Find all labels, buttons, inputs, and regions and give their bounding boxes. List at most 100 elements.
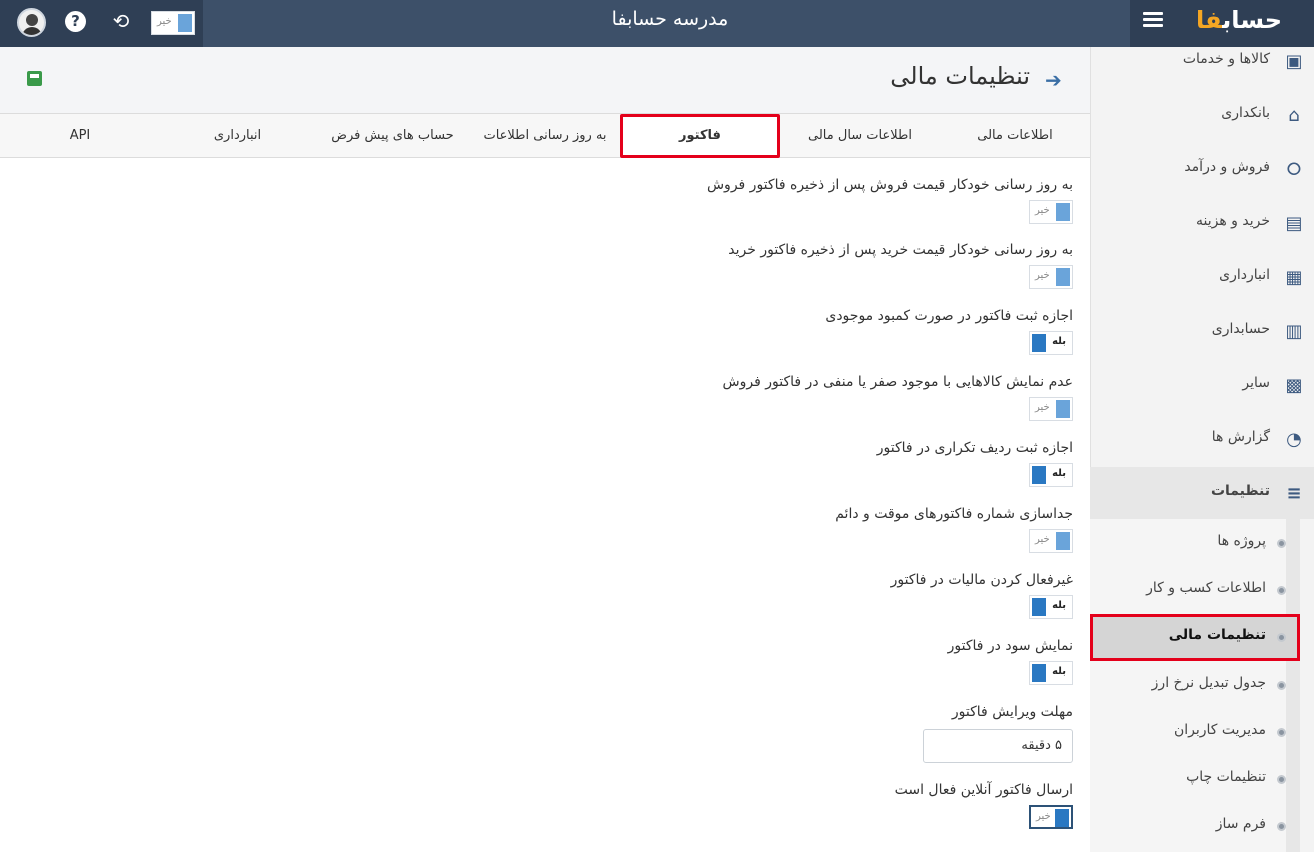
bullet-icon — [1277, 586, 1286, 595]
setting-label: نمایش سود در فاکتور — [947, 638, 1073, 654]
arrow-right-icon[interactable]: ➔ — [1045, 68, 1062, 92]
subnav-item-business-info[interactable]: اطلاعات کسب و کار — [1100, 576, 1300, 606]
sidebar-item-settings[interactable]: ≡ تنظیمات — [1090, 479, 1314, 509]
toggle-label: خیر — [1035, 270, 1050, 281]
logo[interactable]: حسابفا — [1196, 6, 1282, 34]
sidebar-item-products[interactable]: ▣ کالاها و خدمات — [1090, 47, 1314, 77]
grid-icon: ▩ — [1285, 375, 1303, 396]
edit-deadline-input[interactable]: ۵ دقیقه — [923, 729, 1073, 763]
subnav-item-label: تنظیمات چاپ — [1186, 769, 1266, 785]
sidebar-item-sales[interactable]: ⭘ فروش و درآمد — [1090, 155, 1314, 185]
setting-toggle[interactable]: بله — [1029, 463, 1073, 487]
bullet-icon — [1277, 822, 1286, 831]
wallet-icon: ▤ — [1285, 213, 1303, 234]
money-hand-icon: ⭘ — [1286, 159, 1302, 180]
toggle-label: بله — [1052, 600, 1066, 611]
sidebar-item-label: بانکداری — [1221, 105, 1270, 121]
setting-toggle[interactable]: بله — [1029, 331, 1073, 355]
setting-label: مهلت ویرایش فاکتور — [951, 704, 1073, 720]
sidebar-item-banking[interactable]: ⌂ بانکداری — [1090, 101, 1314, 131]
toggle-knob — [1056, 268, 1070, 286]
page-title: تنظیمات مالی — [890, 62, 1030, 90]
setting-toggle[interactable]: خیر — [1029, 529, 1073, 553]
subnav-item-form-builder[interactable]: فرم ساز — [1100, 812, 1300, 842]
setting-toggle[interactable]: خیر — [1029, 397, 1073, 421]
bullet-icon — [1277, 775, 1286, 784]
setting-label: ارسال فاکتور آنلاین فعال است — [894, 782, 1073, 798]
app-title: مدرسه حسابفا — [611, 8, 729, 30]
tab-bar: اطلاعات مالی اطلاعات سال مالی فاکتور به … — [0, 113, 1090, 158]
setting-toggle[interactable]: خیر — [1029, 805, 1073, 829]
sidebar-item-label: فروش و درآمد — [1184, 159, 1270, 175]
subnav-item-label: فرم ساز — [1215, 816, 1266, 832]
top-toggle[interactable]: خیر — [151, 11, 195, 35]
toggle-knob — [1056, 400, 1070, 418]
user-avatar[interactable] — [17, 8, 46, 37]
subnav-item-label: تنظیمات مالی — [1168, 627, 1266, 643]
bullet-icon — [1277, 728, 1286, 737]
hamburger-icon[interactable] — [1143, 12, 1163, 28]
subnav-item-currency-table[interactable]: جدول تبدیل نرخ ارز — [1100, 671, 1300, 701]
toggle-label: خیر — [1035, 534, 1050, 545]
setting-toggle[interactable]: خیر — [1029, 200, 1073, 224]
subnav-item-print-settings[interactable]: تنظیمات چاپ — [1100, 765, 1300, 795]
top-toggle-label: خیر — [157, 16, 172, 27]
toggle-label: بله — [1052, 666, 1066, 677]
sidebar-item-label: کالاها و خدمات — [1182, 51, 1270, 67]
toggle-label: بله — [1052, 468, 1066, 479]
sliders-icon: ≡ — [1286, 483, 1302, 504]
sidebar-item-accounting[interactable]: ▥ حسابداری — [1090, 317, 1314, 347]
toggle-knob — [1032, 466, 1046, 484]
setting-label: به روز رسانی خودکار قیمت خرید پس از ذخیر… — [728, 242, 1073, 258]
toggle-knob — [1032, 664, 1046, 682]
toggle-knob — [1032, 334, 1046, 352]
toggle-label: خیر — [1036, 811, 1051, 822]
subnav-item-label: اطلاعات کسب و کار — [1146, 580, 1266, 596]
tab-warehouse[interactable]: انبارداری — [160, 114, 315, 157]
sidebar-item-label: حسابداری — [1211, 321, 1270, 337]
sidebar-item-warehouse[interactable]: ▦ انبارداری — [1090, 263, 1314, 293]
toggle-knob — [1032, 598, 1046, 616]
tab-invoice[interactable]: فاکتور — [620, 114, 780, 158]
bullet-icon — [1277, 539, 1286, 548]
box-icon: ▣ — [1285, 51, 1303, 72]
tab-api[interactable]: API — [0, 114, 160, 157]
subnav-item-user-management[interactable]: مدیریت کاربران — [1100, 718, 1300, 748]
sidebar-item-label: سایر — [1242, 375, 1270, 391]
sidebar-item-label: انبارداری — [1219, 267, 1270, 283]
tab-financial-info[interactable]: اطلاعات مالی — [940, 114, 1090, 157]
subnav-item-label: پروژه ها — [1217, 533, 1266, 549]
sidebar-item-label: خرید و هزینه — [1195, 213, 1270, 229]
toggle-label: خیر — [1035, 205, 1050, 216]
tab-default-accounts[interactable]: حساب های پیش فرض — [315, 114, 470, 157]
subnav-item-label: مدیریت کاربران — [1173, 722, 1266, 738]
toggle-label: خیر — [1035, 402, 1050, 413]
setting-toggle[interactable]: خیر — [1029, 265, 1073, 289]
subnav-item-label: جدول تبدیل نرخ ارز — [1151, 675, 1266, 691]
sync-icon[interactable]: ⟲ — [110, 9, 132, 33]
question-icon[interactable]: ? — [65, 11, 86, 32]
abacus-icon: ▥ — [1285, 321, 1303, 342]
toggle-knob — [1056, 532, 1070, 550]
warehouse-icon: ▦ — [1285, 267, 1303, 288]
setting-toggle[interactable]: بله — [1029, 595, 1073, 619]
sidebar-item-reports[interactable]: ◔ گزارش ها — [1090, 425, 1314, 455]
toggle-knob — [178, 14, 192, 32]
subnav-item-financial-settings[interactable]: تنظیمات مالی — [1100, 623, 1300, 653]
sidebar-item-label: گزارش ها — [1211, 429, 1270, 445]
setting-toggle[interactable]: بله — [1029, 661, 1073, 685]
save-icon[interactable] — [27, 71, 42, 86]
logo-main: حساب — [1222, 6, 1283, 34]
toggle-knob — [1056, 203, 1070, 221]
sidebar-item-other[interactable]: ▩ سایر — [1090, 371, 1314, 401]
sidebar-item-label: تنظیمات — [1210, 483, 1270, 499]
setting-label: غیرفعال کردن مالیات در فاکتور — [890, 572, 1073, 588]
subnav-item-projects[interactable]: پروژه ها — [1100, 529, 1300, 559]
tab-update-info[interactable]: به روز رسانی اطلاعات — [470, 114, 620, 157]
setting-label: اجازه ثبت فاکتور در صورت کمبود موجودی — [825, 308, 1073, 324]
setting-label: به روز رسانی خودکار قیمت فروش پس از ذخیر… — [706, 177, 1073, 193]
tab-fiscal-year[interactable]: اطلاعات سال مالی — [780, 114, 940, 157]
sidebar-item-purchases[interactable]: ▤ خرید و هزینه — [1090, 209, 1314, 239]
setting-label: جداسازی شماره فاکتورهای موقت و دائم — [835, 506, 1073, 522]
setting-label: عدم نمایش کالاهایی با موجود صفر یا منفی … — [722, 374, 1073, 390]
